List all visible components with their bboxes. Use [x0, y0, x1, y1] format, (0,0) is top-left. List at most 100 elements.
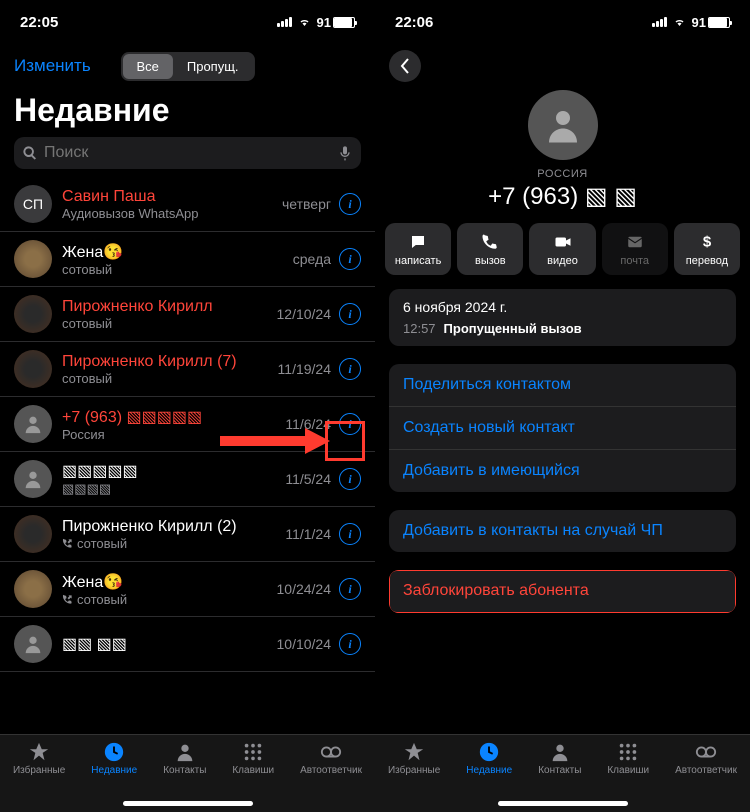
contact-links-1: Поделиться контактом Создать новый конта…	[389, 364, 736, 492]
call-info-button[interactable]: i	[339, 523, 361, 545]
call-subtitle: Россия	[62, 427, 285, 442]
call-row[interactable]: Пирожненко Кирилл (7) сотовый 11/19/24 i	[0, 342, 375, 397]
phone-icon	[480, 233, 500, 251]
call-subtitle: ▧▧▧▧	[62, 481, 285, 497]
search-box[interactable]	[14, 137, 361, 169]
call-name: Пирожненко Кирилл	[62, 298, 277, 316]
contact-links-3: Заблокировать абонента	[389, 570, 736, 613]
segment-all[interactable]: Все	[122, 54, 172, 79]
edit-button[interactable]: Изменить	[14, 56, 91, 76]
call-info-button[interactable]: i	[339, 578, 361, 600]
call-row[interactable]: ▧▧▧▧▧ ▧▧▧▧ 11/5/24 i	[0, 452, 375, 507]
call-avatar	[14, 515, 52, 553]
dollar-icon: $	[697, 233, 717, 251]
call-date: 10/10/24	[277, 636, 332, 652]
search-icon	[22, 145, 38, 161]
tab-favorites[interactable]: Избранные	[13, 741, 65, 812]
outgoing-call-icon	[62, 538, 73, 549]
add-to-existing[interactable]: Добавить в имеющийся	[389, 450, 736, 492]
call-row[interactable]: Жена😘 сотовый среда i	[0, 232, 375, 287]
call-row[interactable]: +7 (963) ▧▧▧▧▧ Россия 11/6/24 i	[0, 397, 375, 452]
block-caller[interactable]: Заблокировать абонента	[389, 570, 736, 613]
action-call[interactable]: вызов	[457, 223, 523, 275]
signal-icon	[277, 17, 292, 27]
call-info-button[interactable]: i	[339, 633, 361, 655]
call-info-button[interactable]: i	[339, 468, 361, 490]
contact-avatar	[528, 90, 598, 160]
call-subtitle: сотовый	[62, 316, 277, 331]
call-date: 11/6/24	[285, 416, 331, 432]
call-avatar	[14, 295, 52, 333]
contact-phone: +7 (963) ▧ ▧	[488, 182, 637, 211]
call-name: Жена😘	[62, 572, 277, 592]
recents-screen: 22:05 91 Изменить Все Пропущ. Недавние С…	[0, 0, 375, 812]
status-icons: 91	[652, 15, 730, 30]
call-date: среда	[293, 251, 331, 267]
wifi-icon	[672, 16, 687, 28]
call-list[interactable]: СП Савин Паша Аудиовызов WhatsApp четвер…	[0, 177, 375, 734]
svg-text:$: $	[703, 234, 712, 251]
call-avatar	[14, 460, 52, 498]
share-contact[interactable]: Поделиться контактом	[389, 364, 736, 407]
add-emergency[interactable]: Добавить в контакты на случай ЧП	[389, 510, 736, 552]
segment-missed[interactable]: Пропущ.	[173, 54, 253, 79]
nav-row: Изменить Все Пропущ.	[0, 44, 375, 88]
message-icon	[408, 233, 428, 251]
call-info-button[interactable]: i	[339, 358, 361, 380]
contact-links-2: Добавить в контакты на случай ЧП	[389, 510, 736, 552]
call-date: 6 ноября 2024 г.	[403, 299, 722, 315]
call-name: Пирожненко Кирилл (2)	[62, 518, 285, 536]
tab-favorites[interactable]: Избранные	[388, 741, 440, 812]
call-date: 12/10/24	[277, 306, 332, 322]
action-message[interactable]: написать	[385, 223, 451, 275]
call-avatar	[14, 240, 52, 278]
call-row[interactable]: Жена😘 сотовый 10/24/24 i	[0, 562, 375, 617]
search-input[interactable]	[44, 144, 331, 162]
call-info: ▧▧▧▧▧ ▧▧▧▧	[62, 461, 285, 497]
segment-control[interactable]: Все Пропущ.	[120, 52, 254, 81]
signal-icon	[652, 17, 667, 27]
action-row: написать вызов видео почта $перевод	[375, 223, 750, 289]
call-name: ▧▧▧▧▧	[62, 461, 285, 481]
call-row[interactable]: СП Савин Паша Аудиовызов WhatsApp четвер…	[0, 177, 375, 232]
call-detail: 12:57 Пропущенный вызов	[403, 321, 722, 336]
call-avatar	[14, 570, 52, 608]
call-subtitle: сотовый	[62, 592, 277, 607]
call-row[interactable]: Пирожненко Кирилл (2) сотовый 11/1/24 i	[0, 507, 375, 562]
call-info: Пирожненко Кирилл (2) сотовый	[62, 518, 285, 551]
create-contact[interactable]: Создать новый контакт	[389, 407, 736, 450]
contact-country: РОССИЯ	[537, 168, 587, 180]
call-info: Жена😘 сотовый	[62, 572, 277, 607]
call-date: 11/5/24	[285, 471, 331, 487]
call-info-button[interactable]: i	[339, 193, 361, 215]
call-row[interactable]: ▧▧ ▧▧ 10/10/24 i	[0, 617, 375, 672]
status-bar: 22:05 91	[0, 0, 375, 44]
call-info-button[interactable]: i	[339, 413, 361, 435]
home-indicator[interactable]	[123, 801, 253, 806]
tab-voicemail[interactable]: Автоответчик	[300, 741, 362, 812]
call-info-button[interactable]: i	[339, 248, 361, 270]
action-pay[interactable]: $перевод	[674, 223, 740, 275]
call-name: ▧▧ ▧▧	[62, 634, 277, 654]
back-button[interactable]	[389, 50, 421, 82]
call-avatar	[14, 625, 52, 663]
status-time: 22:06	[395, 14, 433, 31]
status-bar: 22:06 91	[375, 0, 750, 44]
outgoing-call-icon	[62, 594, 73, 605]
home-indicator[interactable]	[498, 801, 628, 806]
tab-voicemail[interactable]: Автоответчик	[675, 741, 737, 812]
chevron-left-icon	[400, 58, 410, 74]
call-info-button[interactable]: i	[339, 303, 361, 325]
page-title: Недавние	[0, 88, 375, 137]
status-icons: 91	[277, 15, 355, 30]
mic-icon[interactable]	[337, 145, 353, 161]
call-info: ▧▧ ▧▧	[62, 634, 277, 654]
battery-icon: 91	[692, 15, 730, 30]
action-video[interactable]: видео	[529, 223, 595, 275]
call-date: 10/24/24	[277, 581, 332, 597]
call-row[interactable]: Пирожненко Кирилл сотовый 12/10/24 i	[0, 287, 375, 342]
call-info: +7 (963) ▧▧▧▧▧ Россия	[62, 407, 285, 442]
call-info: Жена😘 сотовый	[62, 242, 293, 277]
call-name: Жена😘	[62, 242, 293, 262]
action-mail: почта	[602, 223, 668, 275]
